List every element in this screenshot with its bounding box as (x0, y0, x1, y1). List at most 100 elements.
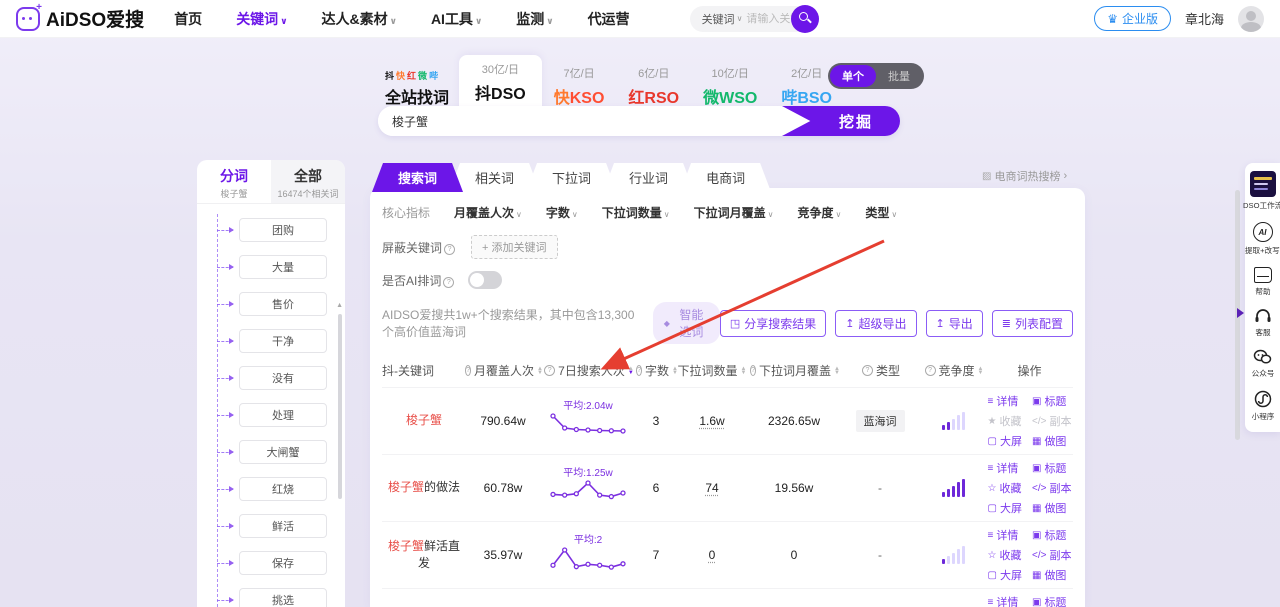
info-icon[interactable]: ? (443, 277, 454, 288)
keyword-input[interactable] (378, 106, 778, 136)
dock-item-wechat[interactable]: 公众号 (1251, 349, 1275, 379)
copy-action[interactable]: </>副本 (1032, 413, 1071, 429)
mode-batch-button[interactable]: 批量 (876, 65, 922, 87)
dock-item-extract-rewrite[interactable]: AI 提取+改写 (1244, 222, 1280, 256)
smart-pick-button[interactable]: ◆智能选词 (653, 302, 720, 344)
info-icon[interactable]: ? (925, 365, 936, 376)
info-icon[interactable]: ? (862, 365, 873, 376)
list-config-button[interactable]: ≣列表配置 (992, 310, 1073, 337)
col-monthly-coverage[interactable]: ?月覆盖人次▲▼ (466, 362, 540, 379)
add-keyword-button[interactable]: + 添加关键词 (471, 235, 557, 259)
sidebar-tab-split[interactable]: 分词 梭子蟹 (197, 160, 271, 203)
export-button[interactable]: ↥导出 (926, 310, 983, 337)
dock-collapse-handle[interactable] (1237, 308, 1244, 318)
nav-item-creators[interactable]: 达人&素材∨ (322, 9, 397, 29)
copy-action[interactable]: </>副本 (1032, 547, 1071, 563)
sidebar-word-chip[interactable]: 保存 (239, 551, 327, 575)
make-chart-action[interactable]: ▦做图 (1032, 500, 1071, 516)
info-icon[interactable]: ? (465, 365, 471, 376)
sort-icon[interactable]: ▲▼ (628, 367, 634, 375)
filter-type[interactable]: 类型∨ (865, 204, 897, 221)
keyword-link[interactable]: 梭子蟹 (388, 480, 424, 494)
username[interactable]: 章北海 (1185, 9, 1224, 28)
big-screen-action[interactable]: ▢大屏 (988, 433, 1022, 449)
detail-action[interactable]: ≡详情 (988, 527, 1022, 543)
favorite-action[interactable]: ☆收藏 (988, 547, 1022, 563)
make-chart-action[interactable]: ▦做图 (1032, 567, 1071, 583)
filter-word-count[interactable]: 字数∨ (546, 204, 578, 221)
tab-pulldown-words[interactable]: 下拉词 (526, 163, 617, 192)
scroll-up-icon[interactable]: ▲ (336, 302, 343, 309)
tab-industry-words[interactable]: 行业词 (603, 163, 694, 192)
big-screen-action[interactable]: ▢大屏 (988, 500, 1022, 516)
sidebar-word-chip[interactable]: 挑选 (239, 588, 327, 607)
sort-icon[interactable]: ▲▼ (978, 367, 984, 375)
sidebar-word-chip[interactable]: 没有 (239, 366, 327, 390)
sidebar-word-chip[interactable]: 红烧 (239, 477, 327, 501)
ecommerce-hot-list-link[interactable]: ▨ 电商词热搜榜 › (982, 168, 1067, 184)
nav-search-button[interactable] (791, 5, 819, 33)
info-icon[interactable]: ? (636, 365, 642, 376)
sidebar-word-chip[interactable]: 处理 (239, 403, 327, 427)
mode-single-button[interactable]: 单个 (830, 65, 876, 87)
nav-item-keywords[interactable]: 关键词∨ (236, 9, 287, 29)
sidebar-word-chip[interactable]: 大量 (239, 255, 327, 279)
filter-pulldown-coverage[interactable]: 下拉词月覆盖∨ (694, 204, 774, 221)
info-icon[interactable]: ? (750, 365, 756, 376)
sidebar-tab-all[interactable]: 全部 16474个相关词 (271, 160, 345, 203)
sidebar-word-chip[interactable]: 干净 (239, 329, 327, 353)
big-screen-action[interactable]: ▢大屏 (988, 567, 1022, 583)
ai-sort-toggle[interactable] (468, 271, 502, 289)
col-competition[interactable]: ?竞争度▲▼ (920, 362, 986, 379)
keyword-link[interactable]: 梭子蟹 (388, 539, 424, 553)
dock-item-dso-workflow[interactable]: DSO工作流 (1242, 171, 1280, 211)
sidebar-word-chip[interactable]: 团购 (239, 218, 327, 242)
col-pulldown-count[interactable]: 下拉词数量▲▼ (676, 362, 748, 379)
sidebar-word-chip[interactable]: 鲜活 (239, 514, 327, 538)
sidebar-word-chip[interactable]: 售价 (239, 292, 327, 316)
detail-action[interactable]: ≡详情 (988, 393, 1022, 409)
col-word-count[interactable]: ?字数▲▼ (636, 362, 676, 379)
share-results-button[interactable]: ◳分享搜索结果 (720, 310, 826, 337)
avatar[interactable] (1238, 6, 1264, 32)
col-pulldown-coverage[interactable]: ?下拉词月覆盖▲▼ (748, 362, 840, 379)
pulldown-count-value[interactable]: 1.6w (676, 414, 748, 428)
dig-button[interactable]: 挖掘 (782, 106, 900, 136)
detail-action[interactable]: ≡详情 (988, 594, 1022, 607)
app-logo[interactable]: AiDSO爱搜 (16, 5, 144, 32)
favorite-action[interactable]: ★收藏 (988, 413, 1022, 429)
sort-icon[interactable]: ▲▼ (741, 367, 747, 375)
nav-item-monitor[interactable]: 监测∨ (516, 9, 553, 29)
title-action[interactable]: ▣标题 (1032, 527, 1071, 543)
filter-monthly-coverage[interactable]: 月覆盖人次∨ (454, 204, 522, 221)
dock-item-mini-program[interactable]: 小程序 (1251, 390, 1275, 422)
dock-item-help[interactable]: 帮助 (1254, 267, 1272, 297)
search-category[interactable]: 关键词 (702, 11, 735, 27)
tab-search-words[interactable]: 搜索词 (372, 163, 463, 192)
make-chart-action[interactable]: ▦做图 (1032, 433, 1071, 449)
title-action[interactable]: ▣标题 (1032, 460, 1071, 476)
favorite-action[interactable]: ☆收藏 (988, 480, 1022, 496)
pulldown-count-value[interactable]: 74 (676, 481, 748, 495)
tab-related-words[interactable]: 相关词 (449, 163, 540, 192)
tab-ecommerce-words[interactable]: 电商词 (680, 163, 771, 192)
filter-competition[interactable]: 竞争度∨ (798, 204, 842, 221)
keyword-link[interactable]: 梭子蟹 (406, 413, 442, 427)
nav-item-agency[interactable]: 代运营 (588, 9, 630, 29)
filter-pulldown-count[interactable]: 下拉词数量∨ (602, 204, 670, 221)
dock-item-support[interactable]: 客服 (1254, 308, 1272, 338)
pulldown-count-value[interactable]: 0 (676, 548, 748, 562)
info-icon[interactable]: ? (544, 365, 555, 376)
super-export-button[interactable]: ↥超级导出 (835, 310, 916, 337)
detail-action[interactable]: ≡详情 (988, 460, 1022, 476)
sidebar-scrollbar[interactable] (338, 314, 342, 499)
title-action[interactable]: ▣标题 (1032, 393, 1071, 409)
sidebar-word-chip[interactable]: 大闸蟹 (239, 440, 327, 464)
enterprise-button[interactable]: ♛企业版 (1094, 6, 1171, 31)
info-icon[interactable]: ? (444, 244, 455, 255)
nav-item-home[interactable]: 首页 (174, 9, 202, 29)
copy-action[interactable]: </>副本 (1032, 480, 1071, 496)
nav-item-ai-tools[interactable]: AI工具∨ (431, 9, 482, 29)
title-action[interactable]: ▣标题 (1032, 594, 1071, 607)
col-7day-search[interactable]: ?7日搜索人次▲▼ (540, 362, 636, 379)
